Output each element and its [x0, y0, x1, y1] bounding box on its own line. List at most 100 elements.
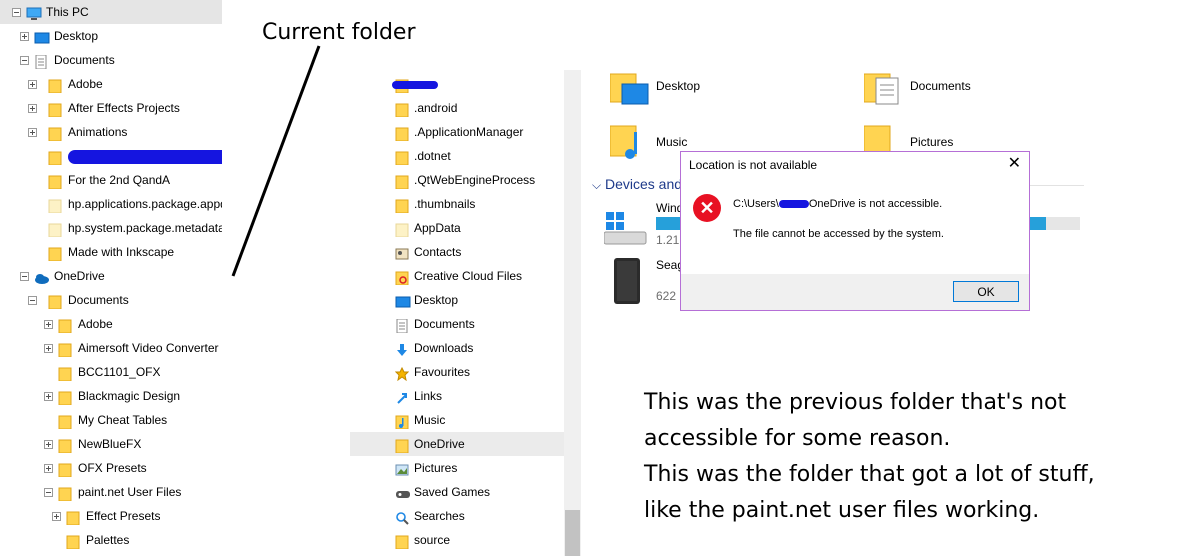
list-item[interactable]: Favourites: [350, 360, 564, 384]
tree-item[interactable]: Palettes: [0, 528, 300, 552]
expand-icon[interactable]: [44, 440, 53, 449]
list-item[interactable]: Music: [350, 408, 564, 432]
list-scrollbar[interactable]: [564, 70, 581, 556]
list-item-label: Downloads: [414, 341, 474, 355]
list-item[interactable]: Links: [350, 384, 564, 408]
list-item[interactable]: Creative Cloud Files: [350, 264, 564, 288]
tree-item[interactable]: paint.net User Files: [0, 480, 300, 504]
tree-item[interactable]: My Cheat Tables: [0, 408, 300, 432]
list-item-label: .android: [414, 101, 458, 115]
drive-windows[interactable]: [603, 210, 648, 249]
list-item[interactable]: [350, 72, 564, 96]
list-item[interactable]: .QtWebEngineProcess: [350, 168, 564, 192]
list-item-label: .dotnet: [414, 149, 451, 163]
folder-icon: [48, 245, 62, 262]
list-item[interactable]: .ApplicationManager: [350, 120, 564, 144]
note-line: This was the folder that got a lot of st…: [644, 462, 1095, 487]
tree-item-label: For the 2nd QandA: [68, 173, 171, 187]
current-folder-annotation: Current folder: [262, 20, 416, 45]
ok-button[interactable]: OK: [953, 281, 1019, 302]
tree-item[interactable]: OFX Presets: [0, 456, 300, 480]
list-item[interactable]: Saved Games: [350, 480, 564, 504]
folder-icon: [48, 173, 62, 190]
expand-icon[interactable]: [44, 344, 53, 353]
drive-seagate[interactable]: [614, 258, 642, 307]
tree-item[interactable]: Blackmagic Design: [0, 384, 300, 408]
list-item[interactable]: Pictures: [350, 456, 564, 480]
tree-item-label: After Effects Projects: [68, 101, 180, 115]
tree-item-label: Documents: [68, 293, 129, 307]
expand-icon[interactable]: [28, 80, 37, 89]
documents-folder-label: Documents: [910, 79, 971, 93]
folder-icon: [395, 125, 409, 142]
list-item-label: Contacts: [414, 245, 462, 259]
tree-item[interactable]: Aimersoft Video Converter U: [0, 336, 300, 360]
tree-item[interactable]: Adobe: [0, 312, 300, 336]
list-item[interactable]: Desktop: [350, 288, 564, 312]
list-item-label: Documents: [414, 317, 475, 331]
note-line: accessible for some reason.: [644, 426, 951, 451]
onedrive-icon: [34, 269, 49, 284]
list-item[interactable]: Documents: [350, 312, 564, 336]
note-line: This was the previous folder that's not: [644, 390, 1067, 415]
collapse-icon[interactable]: [20, 272, 29, 281]
expand-icon[interactable]: [44, 392, 53, 401]
scrollbar-thumb[interactable]: [565, 510, 580, 556]
list-item-label: .QtWebEngineProcess: [414, 173, 536, 187]
list-item[interactable]: OneDrive: [350, 432, 564, 456]
expand-icon[interactable]: [20, 32, 29, 41]
list-item-label: .ApplicationManager: [414, 125, 524, 139]
tree-item[interactable]: This PC: [0, 0, 222, 24]
drive-seagate-size: 622: [656, 289, 677, 303]
music-folder-tile[interactable]: [609, 122, 650, 165]
tree-item[interactable]: BCC1101_OFX: [0, 360, 300, 384]
collapse-icon[interactable]: [28, 296, 37, 305]
tree-item-label: Adobe: [68, 77, 103, 91]
expand-icon[interactable]: [28, 104, 37, 113]
list-item[interactable]: Contacts: [350, 240, 564, 264]
desktop-folder-tile[interactable]: [609, 70, 650, 111]
dialog-footer: OK: [681, 274, 1029, 310]
tree-item-label: Palettes: [86, 533, 130, 547]
expand-icon[interactable]: [44, 464, 53, 473]
list-item[interactable]: Searches: [350, 504, 564, 528]
folder-icon: [58, 485, 72, 502]
list-item[interactable]: Downloads: [350, 336, 564, 360]
hard-drive-icon: [603, 212, 647, 245]
tree-item-label: BCC1101_OFX: [78, 365, 161, 379]
list-item-label: OneDrive: [414, 437, 465, 451]
devices-section-header[interactable]: ⌵ Devices and: [592, 176, 682, 193]
list-item[interactable]: .dotnet: [350, 144, 564, 168]
close-icon[interactable]: ✕: [1008, 155, 1021, 173]
tree-item-label: Aimersoft Video Converter U: [78, 341, 222, 355]
expand-icon[interactable]: [28, 128, 37, 137]
collapse-icon[interactable]: [44, 488, 53, 497]
tree-item-label: This PC: [46, 5, 89, 19]
annotation-arrow-line: [231, 45, 321, 277]
tree-item[interactable]: Documents: [0, 288, 300, 312]
list-item-label: [392, 72, 438, 97]
list-item-label: source: [414, 533, 451, 547]
list-item-label: AppData: [414, 221, 461, 235]
music-icon: [395, 413, 409, 430]
list-item[interactable]: .thumbnails: [350, 192, 564, 216]
tree-item[interactable]: NewBlueFX: [0, 432, 300, 456]
desktop-icon: [395, 293, 411, 308]
expand-icon[interactable]: [52, 512, 61, 521]
tree-item-label: My Cheat Tables: [78, 413, 168, 427]
expand-icon[interactable]: [44, 320, 53, 329]
tree-item[interactable]: Effect Presets: [0, 504, 300, 528]
list-item[interactable]: source: [350, 528, 564, 552]
error-dialog: Location is not available ✕ ✕ C:\Users\ O…: [680, 151, 1030, 311]
folder-icon: [395, 149, 409, 166]
list-item-label: Links: [414, 389, 443, 403]
list-item[interactable]: AppData: [350, 216, 564, 240]
folder-icon: [395, 197, 409, 214]
creative-cloud-icon: [395, 269, 409, 286]
collapse-icon[interactable]: [20, 56, 29, 65]
list-item[interactable]: .android: [350, 96, 564, 120]
dialog-title: Location is not available: [689, 158, 818, 172]
redaction-mark: [68, 150, 222, 164]
documents-folder-tile[interactable]: [863, 70, 904, 111]
collapse-icon[interactable]: [12, 8, 21, 17]
